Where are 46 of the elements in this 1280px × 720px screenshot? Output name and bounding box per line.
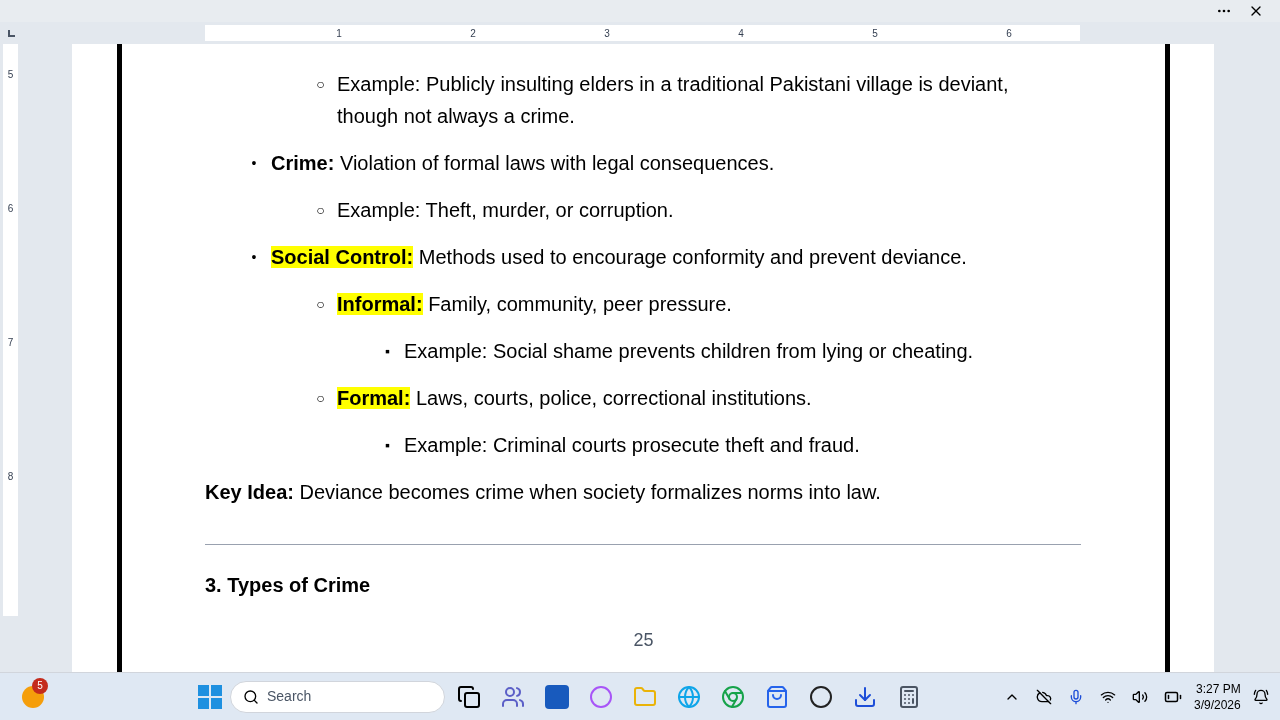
list-marker: ▪ bbox=[384, 436, 391, 455]
ruler-number: 3 bbox=[603, 26, 611, 41]
cloud-off-icon[interactable] bbox=[1036, 688, 1052, 705]
notification-badge: 5 bbox=[32, 677, 48, 694]
download-icon[interactable] bbox=[853, 684, 877, 709]
list-marker: • bbox=[250, 248, 258, 267]
list-text: Example: Criminal courts prosecute theft and fraud. bbox=[404, 433, 860, 458]
microphone-icon[interactable] bbox=[1068, 688, 1084, 705]
ruler-number: 8 bbox=[7, 472, 14, 482]
page-number: 25 bbox=[632, 629, 655, 652]
ruler-number: 5 bbox=[7, 70, 14, 80]
store-icon[interactable] bbox=[765, 684, 789, 709]
list-text: Example: Social shame prevents children from lying or cheating. bbox=[404, 339, 974, 364]
clock-time[interactable]: 3:27 PM bbox=[1196, 680, 1241, 697]
ruler-number: 2 bbox=[469, 26, 477, 41]
search-field[interactable]: Search bbox=[230, 680, 445, 713]
list-text: Example: Publicly insulting elders in a traditional Pakistani village is deviant, though not always a crime. bbox=[337, 72, 1010, 129]
clock-date[interactable]: 3/9/2026 bbox=[1194, 696, 1241, 713]
list-text: Formal: Laws, courts, police, correctional institutions. bbox=[337, 386, 812, 411]
list-marker: ○ bbox=[315, 201, 326, 220]
search-icon bbox=[243, 688, 259, 705]
list-marker: ▪ bbox=[384, 342, 391, 361]
start-icon[interactable] bbox=[198, 684, 222, 709]
volume-icon[interactable] bbox=[1132, 688, 1148, 705]
list-marker: ○ bbox=[315, 295, 326, 314]
ruler-number: 6 bbox=[7, 204, 14, 214]
notification-icon[interactable] bbox=[1252, 688, 1269, 705]
ruler-number: 4 bbox=[737, 26, 745, 41]
list-text: Crime: Violation of formal laws with legal consequences. bbox=[271, 151, 775, 176]
tab-stop-icon[interactable] bbox=[8, 29, 15, 37]
search-placeholder: Search bbox=[267, 687, 312, 706]
key-idea-text: Key Idea: Deviance becomes crime when society formalizes norms into law. bbox=[205, 480, 882, 505]
ruler-number: 5 bbox=[871, 26, 879, 41]
calculator-icon[interactable] bbox=[897, 684, 921, 709]
list-marker: • bbox=[250, 154, 258, 173]
list-marker: ○ bbox=[315, 389, 326, 408]
list-marker: ○ bbox=[315, 75, 326, 94]
ruler-number: 7 bbox=[7, 338, 14, 348]
ruler-number: 1 bbox=[335, 26, 343, 41]
list-text: Informal: Family, community, peer pressure. bbox=[337, 292, 732, 317]
ruler-number: 6 bbox=[1005, 26, 1013, 41]
chrome-icon[interactable] bbox=[721, 684, 745, 709]
task-view-icon[interactable] bbox=[457, 684, 481, 709]
list-text: Example: Theft, murder, or corruption. bbox=[337, 198, 674, 223]
list-text: Social Control: Methods used to encourage conformity and prevent deviance. bbox=[271, 245, 967, 270]
section-heading: 3. Types of Crime bbox=[205, 573, 372, 598]
